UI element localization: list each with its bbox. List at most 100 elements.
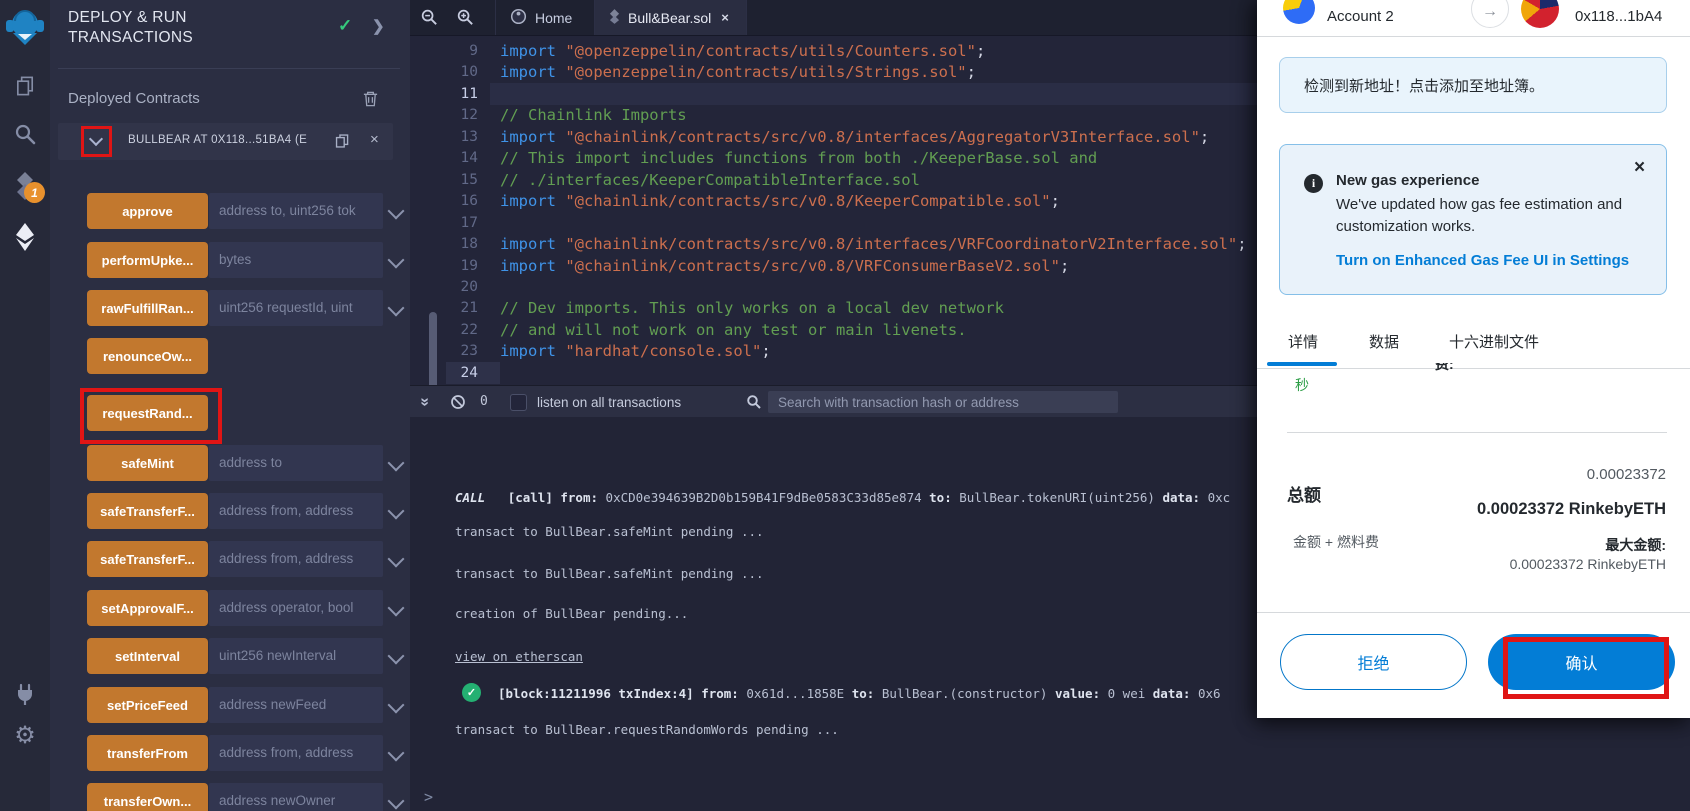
chevron-down-icon[interactable] [387, 744, 405, 762]
divider [1257, 612, 1690, 613]
function-args-input[interactable]: address from, address [209, 735, 383, 771]
listen-label: listen on all transactions [537, 395, 682, 410]
chevron-down-icon[interactable] [387, 502, 405, 520]
sender-account-name: Account 2 [1327, 8, 1394, 25]
code-line: // Dev imports. This only works on a loc… [500, 299, 1004, 318]
etherscan-link[interactable]: view on etherscan [455, 649, 583, 664]
banner-text: 检测到新地址！点击添加至地址簿。 [1304, 77, 1545, 95]
gas-experience-card: i × New gas experience We've updated how… [1279, 144, 1667, 295]
clear-console-icon[interactable] [450, 394, 466, 415]
line-number: 24 [460, 364, 478, 381]
activity-bar: 1 ⚙ [0, 0, 51, 811]
function-row: setPriceFeed address newFeed [50, 687, 410, 723]
line-number: 11 [460, 85, 478, 102]
settings-gear-icon[interactable]: ⚙ [0, 722, 50, 750]
function-button[interactable]: setPriceFeed [87, 687, 208, 723]
chevron-down-icon[interactable] [387, 299, 405, 317]
chevron-down-icon[interactable] [387, 454, 405, 472]
function-button[interactable]: transferFrom [87, 735, 208, 771]
function-args-input[interactable]: address newFeed [209, 687, 383, 723]
gas-card-link[interactable]: Turn on Enhanced Gas Fee UI in Settings [1336, 252, 1629, 269]
chevron-down-icon[interactable] [387, 696, 405, 714]
function-button[interactable]: performUpke... [87, 242, 208, 278]
function-row: safeMint address to [50, 445, 410, 481]
chevron-down-icon[interactable] [387, 251, 405, 269]
function-button[interactable]: safeTransferF... [87, 493, 208, 529]
info-icon: i [1304, 174, 1323, 193]
function-button[interactable]: setApprovalF... [87, 590, 208, 626]
tab-home[interactable]: Home [495, 0, 595, 35]
function-row: renounceOw... [50, 338, 410, 374]
line-number: 9 [469, 43, 478, 59]
line-number: 17 [460, 214, 478, 231]
annotation-box-confirm [1503, 637, 1669, 699]
search-icon[interactable] [0, 120, 50, 148]
chevron-down-icon[interactable] [88, 131, 104, 147]
function-row: setApprovalF... address operator, bool [50, 590, 410, 626]
plugin-manager-icon[interactable] [0, 681, 50, 709]
function-button[interactable]: safeMint [87, 445, 208, 481]
tab-bullbear-sol[interactable]: Bull&Bear.sol × [595, 0, 747, 35]
function-button[interactable]: setInterval [87, 638, 208, 674]
compiler-badge: 1 [24, 182, 45, 203]
function-args-input[interactable]: address from, address [209, 493, 383, 529]
terminal-log-line: transact to BullBear.safeMint pending ..… [455, 524, 764, 539]
line-number: 18 [460, 236, 478, 253]
zoom-in-icon[interactable] [456, 8, 475, 32]
code-line: import "@chainlink/contracts/src/v0.8/Ke… [500, 192, 1060, 211]
metamask-tab-2[interactable]: 十六进制文件 [1449, 331, 1539, 352]
annotation-box-function [80, 388, 222, 444]
function-args-input[interactable]: address from, address [209, 541, 383, 577]
chevron-down-icon[interactable] [387, 792, 405, 810]
function-args-input[interactable]: uint256 newInterval [209, 638, 383, 674]
function-button[interactable]: approve [87, 193, 208, 229]
chevron-down-icon[interactable] [387, 599, 405, 617]
function-button[interactable]: renounceOw... [87, 338, 208, 374]
listen-checkbox[interactable] [510, 394, 527, 411]
line-number: 13 [460, 128, 478, 145]
function-button[interactable]: transferOwn... [87, 783, 208, 811]
code-line: // Chainlink Imports [500, 106, 687, 125]
line-number: 20 [460, 278, 478, 295]
solidity-compiler-icon[interactable]: 1 [0, 168, 50, 208]
metamask-tab-0[interactable]: 详情 [1288, 331, 1318, 352]
metamask-tab-1[interactable]: 数据 [1369, 331, 1399, 352]
tabs-border [1257, 368, 1690, 369]
code-line: // This import includes functions from b… [500, 149, 1098, 168]
reject-button[interactable]: 拒绝 [1280, 634, 1467, 690]
card-close-icon[interactable]: × [1634, 157, 1645, 179]
function-args-input[interactable]: address operator, bool [209, 590, 383, 626]
metamask-popup: Account 2 → 0x118...1bA4 检测到新地址！点击添加至地址簿… [1257, 0, 1690, 718]
deploy-run-icon[interactable] [0, 220, 50, 254]
terminal-search-input[interactable] [768, 391, 1118, 413]
function-row: setInterval uint256 newInterval [50, 638, 410, 674]
new-address-banner[interactable]: 检测到新地址！点击添加至地址簿。 [1279, 57, 1667, 113]
function-row: approve address to, uint256 tok [50, 193, 410, 229]
function-args-input[interactable]: address to, uint256 tok [209, 193, 383, 229]
chevron-down-icon[interactable] [387, 550, 405, 568]
line-number: 15 [460, 171, 478, 188]
metamask-header: Account 2 → 0x118...1bA4 [1257, 0, 1690, 37]
tab-label: Bull&Bear.sol [628, 9, 712, 26]
function-args-input[interactable]: uint256 requestId, uint [209, 290, 383, 326]
tab-close-icon[interactable]: × [721, 10, 729, 25]
terminal-prompt[interactable]: > [424, 788, 433, 806]
terminal-log-line[interactable]: view on etherscan [455, 649, 583, 664]
chevron-down-icon[interactable] [387, 647, 405, 665]
zoom-out-icon[interactable] [420, 8, 439, 32]
function-button[interactable]: safeTransferF... [87, 541, 208, 577]
function-args-input[interactable]: address to [209, 445, 383, 481]
total-amount-small: 0.00023372 [1586, 466, 1666, 483]
transfer-arrow-icon: → [1471, 0, 1509, 28]
function-args-input[interactable]: address newOwner [209, 783, 383, 811]
total-label: 总额 [1287, 486, 1321, 505]
total-amount: 0.00023372 RinkebyETH [1477, 500, 1666, 518]
function-button[interactable]: rawFulfillRan... [87, 290, 208, 326]
file-explorer-icon[interactable] [0, 72, 50, 100]
function-list: approve address to, uint256 tok performUpk… [50, 0, 410, 811]
chevron-down-icon[interactable] [387, 202, 405, 220]
divider [1287, 432, 1667, 433]
function-args-input[interactable]: bytes [209, 242, 383, 278]
code-line: // and will not work on any test or main… [500, 320, 967, 339]
terminal-collapse-icon[interactable]: » [415, 398, 433, 407]
